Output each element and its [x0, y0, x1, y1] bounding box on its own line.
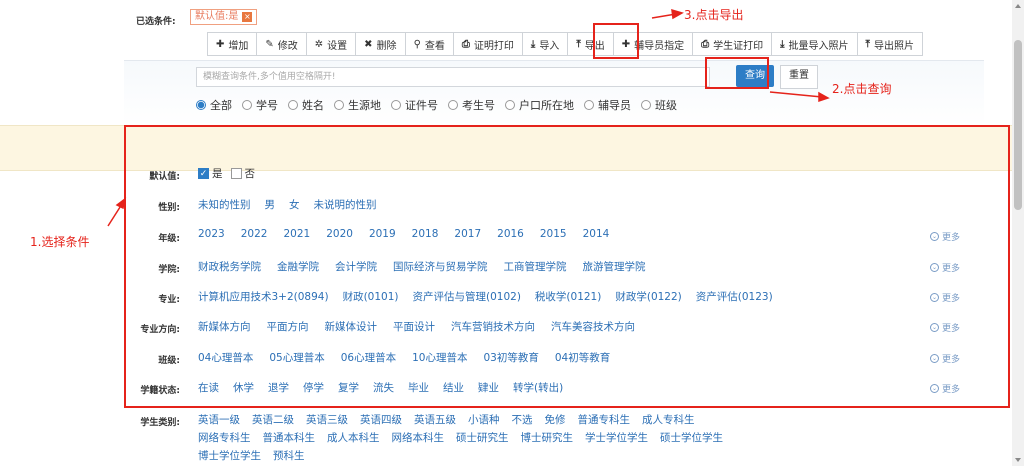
arrow-step2-head — [818, 91, 830, 103]
scroll-down-icon[interactable] — [1015, 458, 1021, 462]
arrow-step1-head — [115, 197, 127, 210]
arrow-step3-head — [671, 8, 684, 20]
scroll-thumb[interactable] — [1014, 40, 1022, 210]
scroll-up-icon[interactable] — [1015, 4, 1021, 8]
annotation-arrows — [107, 8, 830, 227]
vertical-scrollbar[interactable] — [1012, 0, 1024, 466]
